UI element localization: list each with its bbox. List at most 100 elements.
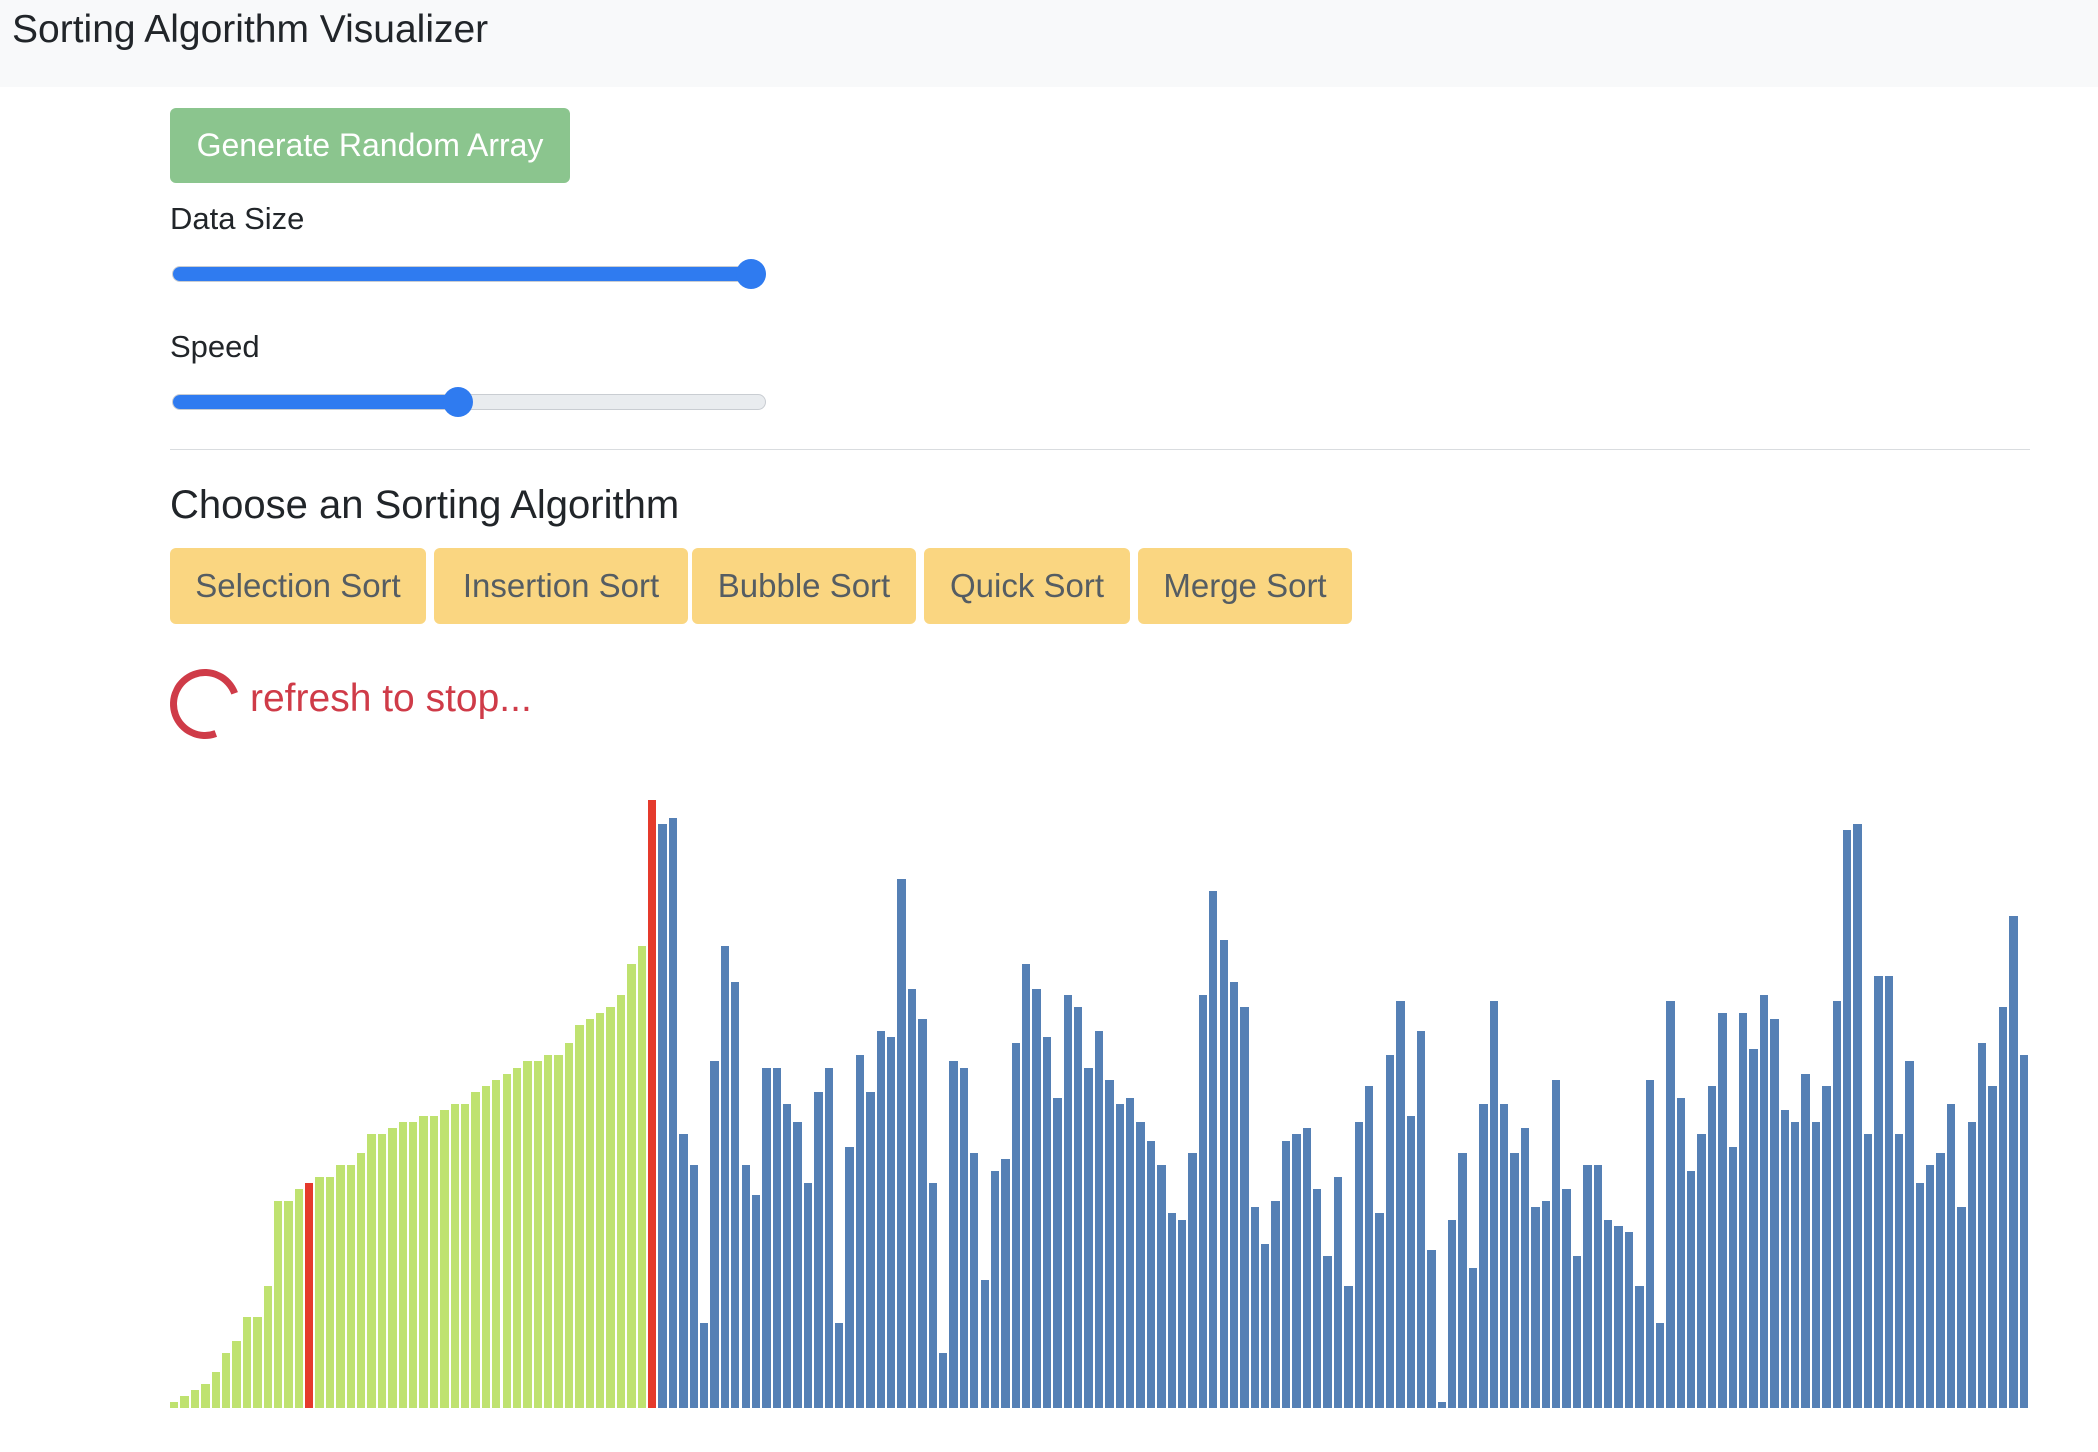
array-bar bbox=[460, 1104, 470, 1408]
array-bar bbox=[1323, 1256, 1332, 1408]
array-bar bbox=[253, 1316, 262, 1408]
array-bar bbox=[325, 1177, 335, 1408]
array-bar bbox=[1884, 976, 1893, 1408]
array-bar bbox=[190, 1389, 200, 1408]
array-bar bbox=[907, 988, 917, 1408]
array-bar bbox=[398, 1122, 407, 1408]
array-bar bbox=[1894, 1134, 1904, 1408]
array-bar bbox=[1074, 1006, 1083, 1408]
array-bar bbox=[959, 1067, 969, 1408]
array-bar bbox=[1448, 1219, 1457, 1408]
array-bar bbox=[949, 1061, 958, 1408]
array-bar bbox=[1510, 1152, 1519, 1408]
array-bar bbox=[408, 1122, 418, 1408]
array-bar bbox=[1531, 1207, 1540, 1408]
array-bar bbox=[1032, 988, 1041, 1408]
array-bar bbox=[616, 994, 626, 1408]
array-bar bbox=[1655, 1322, 1665, 1408]
array-bar bbox=[180, 1395, 189, 1408]
array-bar bbox=[305, 1183, 314, 1408]
speed-slider[interactable] bbox=[172, 386, 766, 418]
array-bar bbox=[1500, 1104, 1509, 1408]
array-bar bbox=[741, 1164, 750, 1408]
array-bar bbox=[1313, 1189, 1322, 1408]
selection-sort-button[interactable]: Selection Sort bbox=[170, 548, 426, 624]
array-bar bbox=[845, 1146, 854, 1408]
array-bar bbox=[1998, 1006, 2008, 1408]
array-bar bbox=[876, 1031, 885, 1408]
array-bar bbox=[1853, 824, 1862, 1408]
array-bar bbox=[564, 1043, 574, 1408]
array-bar bbox=[1718, 1012, 1727, 1408]
array-bar bbox=[1219, 939, 1228, 1408]
array-bar bbox=[1157, 1164, 1166, 1408]
array-bar bbox=[1946, 1104, 1956, 1408]
array-bar bbox=[1822, 1085, 1831, 1408]
array-bar bbox=[1261, 1243, 1270, 1408]
array-bar bbox=[886, 1037, 896, 1408]
array-bar bbox=[1198, 994, 1208, 1408]
array-bar bbox=[897, 879, 906, 1408]
array-bar bbox=[1624, 1231, 1634, 1408]
array-bar bbox=[1552, 1079, 1561, 1408]
data-size-slider[interactable] bbox=[172, 258, 766, 290]
merge-sort-button[interactable]: Merge Sort bbox=[1138, 548, 1352, 624]
array-bar bbox=[1042, 1037, 1052, 1408]
array-bar bbox=[1842, 830, 1852, 1408]
array-bar bbox=[699, 1322, 709, 1408]
array-bar bbox=[1770, 1018, 1779, 1408]
array-bar bbox=[471, 1091, 480, 1408]
array-bar bbox=[679, 1134, 688, 1408]
quick-sort-button[interactable]: Quick Sort bbox=[924, 548, 1130, 624]
array-bar bbox=[1489, 1000, 1499, 1408]
array-bar bbox=[731, 982, 740, 1408]
array-bar bbox=[242, 1316, 252, 1408]
array-bar bbox=[866, 1091, 875, 1408]
array-bar bbox=[1603, 1219, 1613, 1408]
array-bar bbox=[1905, 1061, 1914, 1408]
data-size-label: Data Size bbox=[170, 201, 305, 236]
array-bar bbox=[1614, 1225, 1623, 1408]
array-bar bbox=[1209, 891, 1218, 1408]
array-bar bbox=[1396, 1000, 1405, 1408]
array-bar bbox=[481, 1085, 491, 1408]
array-bar bbox=[1167, 1213, 1176, 1408]
array-bar bbox=[1094, 1031, 1104, 1408]
array-bar bbox=[668, 818, 678, 1408]
array-bar bbox=[918, 1018, 927, 1408]
array-bar bbox=[1583, 1164, 1592, 1408]
array-bar bbox=[1728, 1146, 1738, 1408]
speed-slider-thumb[interactable] bbox=[442, 387, 473, 417]
data-size-slider-thumb[interactable] bbox=[736, 259, 766, 289]
insertion-sort-button[interactable]: Insertion Sort bbox=[434, 548, 688, 624]
array-bar bbox=[1811, 1122, 1821, 1408]
array-bar bbox=[970, 1152, 979, 1408]
array-bar bbox=[1759, 994, 1769, 1408]
array-bar bbox=[440, 1110, 449, 1408]
array-bar bbox=[1333, 1177, 1343, 1408]
array-bar bbox=[1188, 1152, 1197, 1408]
generate-random-array-button[interactable]: Generate Random Array bbox=[170, 108, 570, 183]
array-bar bbox=[232, 1341, 241, 1408]
array-bar bbox=[1936, 1152, 1945, 1408]
array-bar bbox=[1697, 1134, 1706, 1408]
array-bar bbox=[658, 824, 667, 1408]
array-bar bbox=[1749, 1049, 1758, 1408]
status-text: refresh to stop... bbox=[250, 677, 532, 720]
array-bar bbox=[637, 945, 646, 1408]
array-bar bbox=[1832, 1000, 1841, 1408]
array-bar bbox=[575, 1025, 584, 1408]
array-bar bbox=[803, 1183, 813, 1408]
array-bar bbox=[928, 1183, 937, 1408]
speed-slider-fill bbox=[173, 395, 459, 409]
bubble-sort-button[interactable]: Bubble Sort bbox=[692, 548, 916, 624]
array-bar bbox=[221, 1353, 231, 1408]
array-bar bbox=[1791, 1122, 1800, 1408]
array-bar bbox=[284, 1201, 293, 1408]
array-bar bbox=[1572, 1256, 1582, 1408]
array-bar bbox=[1136, 1122, 1145, 1408]
navbar-brand[interactable]: Sorting Algorithm Visualizer bbox=[12, 10, 488, 49]
array-bar bbox=[1479, 1104, 1488, 1408]
array-bar bbox=[938, 1353, 948, 1408]
array-bar bbox=[346, 1164, 356, 1408]
